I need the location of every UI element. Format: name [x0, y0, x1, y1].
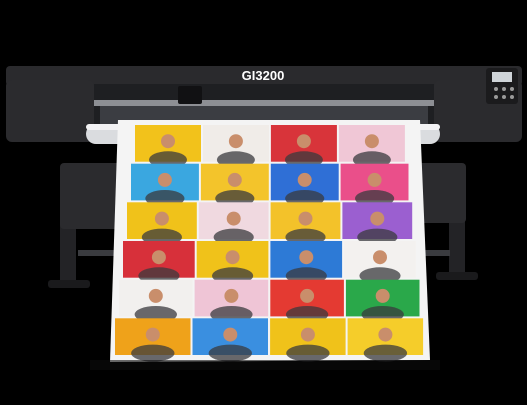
- portrait-head: [378, 327, 393, 342]
- portrait-head: [300, 288, 315, 303]
- portrait-body: [131, 344, 175, 362]
- portrait-head: [375, 288, 390, 303]
- portrait-head: [370, 211, 385, 226]
- portrait-head: [148, 288, 163, 303]
- portrait-body: [208, 344, 252, 362]
- portrait-head: [298, 211, 313, 226]
- portrait-head: [151, 250, 166, 265]
- portrait-head: [145, 327, 160, 342]
- printer-model-label: GI3200: [242, 68, 285, 83]
- portrait-head: [364, 134, 379, 149]
- portrait-head: [224, 288, 239, 303]
- control-panel: [486, 68, 518, 104]
- portrait-head: [227, 172, 242, 187]
- portrait-head: [157, 172, 172, 187]
- portrait-head: [297, 172, 312, 187]
- portrait-head: [154, 211, 169, 226]
- portrait-body: [286, 344, 330, 362]
- portrait-head: [300, 327, 315, 342]
- portrait-head: [373, 250, 387, 265]
- portrait-head: [296, 134, 311, 149]
- floor-shadow: [90, 360, 440, 370]
- portrait-head: [228, 134, 243, 149]
- portrait-head: [226, 211, 241, 226]
- portrait-head: [223, 327, 238, 342]
- portrait-head: [225, 250, 240, 265]
- printed-banner: [110, 120, 430, 362]
- portrait-head: [161, 134, 175, 149]
- printer-illustration: GI3200: [0, 0, 527, 405]
- portrait-body: [363, 344, 408, 362]
- portrait-head: [367, 172, 382, 187]
- portrait-head: [299, 250, 314, 265]
- printer-product-photo: GI3200: [0, 0, 527, 405]
